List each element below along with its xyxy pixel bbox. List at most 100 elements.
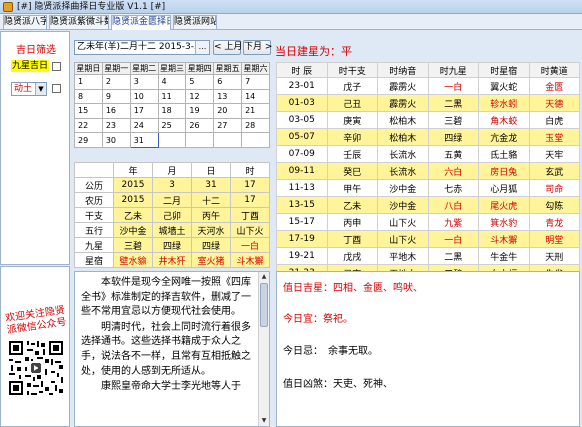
filter-panel: 吉日筛选 九星吉日 动土 ▼ [0,31,70,265]
hour-cell: 白虎 [528,111,580,129]
hours-header-cell: 时干支 [326,62,378,78]
hour-row[interactable]: 17-19 丁酉 山下火 一白 斗木獬 明堂 [276,230,580,248]
tab-zeri[interactable]: 隐贤派金匮择日 [111,15,171,30]
calendar-day-cell[interactable]: 2 [101,74,131,90]
info-row: 干支 乙未 己卯 丙午 丁酉 [74,207,270,223]
hours-header-cell: 时 辰 [276,62,328,78]
hour-cell: 戊子 [326,77,378,95]
calendar-day-cell[interactable]: 11 [157,88,187,105]
info-value-cell: 一白 [230,237,270,253]
tab-ziwei[interactable]: 隐贤派紫微斗数 [49,15,109,29]
info-value-cell: 三碧 [113,237,153,253]
description-scrollbar[interactable]: ▲ ▼ [258,272,269,426]
calendar-day-cell[interactable]: 22 [74,117,103,134]
date-browse-button[interactable]: ... [195,41,209,54]
hours-header-cell: 时星宿 [478,62,530,78]
hour-cell: 尾火虎 [478,196,530,214]
calendar-day-cell[interactable]: 7 [241,74,270,90]
jiuxing-checkbox[interactable] [52,62,61,71]
hour-cell: 11-13 [276,179,328,197]
prev-month-button[interactable]: < 上月 [213,40,242,55]
hour-row[interactable]: 11-13 甲午 沙中金 七赤 心月狐 司命 [276,179,580,197]
hour-cell: 牛金牛 [478,247,530,265]
hour-row[interactable]: 23-01 戊子 霹雳火 一白 翼火蛇 金匮 [276,77,580,95]
calendar-day-cell[interactable]: 9 [101,88,131,105]
hour-row[interactable]: 03-05 庚寅 松柏木 三碧 角木蛟 白虎 [276,111,580,129]
activity-checkbox[interactable] [52,84,61,93]
scroll-down-icon[interactable]: ▼ [259,416,269,426]
calendar-day-cell[interactable]: 30 [101,132,131,148]
calendar-day-cell[interactable]: 16 [101,103,131,119]
calendar-day-cell[interactable]: 8 [74,88,103,105]
hour-cell: 甲午 [326,179,378,197]
info-value-cell: 31 [191,177,231,193]
calendar-day-cell[interactable]: 17 [129,103,159,119]
description-text: 本软件是现今全网唯一按照《四库全书》标准制定的择吉软件，删减了一些不常用宜忌以方… [81,276,257,396]
calendar-day-cell[interactable]: 20 [213,103,243,119]
info-row: 农历 2015 二月 十二 17 [74,192,270,208]
next-month-button[interactable]: 下月 > [243,40,272,55]
calendar-day-cell[interactable]: 4 [157,74,187,90]
hour-cell: 角木蛟 [478,111,530,129]
hours-header-cell: 时九星 [427,62,479,78]
info-value-cell: 2015 [113,177,153,193]
info-value-cell: 二月 [152,192,192,208]
calendar-day-cell[interactable]: 1 [74,74,103,90]
info-value-cell: 2015 [113,192,153,208]
info-header-cell [74,162,114,178]
hour-cell: 七赤 [427,179,479,197]
calendar-day-cell[interactable]: 6 [213,74,243,90]
calendar-day-cell[interactable]: 24 [129,117,159,134]
calendar-day-cell[interactable]: 10 [129,88,159,105]
calendar-day-cell[interactable]: 13 [213,88,243,105]
hour-cell: 霹雳火 [377,94,429,112]
calendar-day-cell[interactable]: 18 [157,103,187,119]
hour-cell: 心月狐 [478,179,530,197]
hour-row[interactable]: 05-07 辛卯 松柏木 四绿 亢金龙 玉堂 [276,128,580,146]
jianxing-text: 当日建星为：平 [275,45,352,58]
weekday-header: 星期三 [157,62,187,75]
hour-row[interactable]: 13-15 乙未 沙中金 八白 尾火虎 勾陈 [276,196,580,214]
hour-cell: 山下火 [377,213,429,231]
hour-row[interactable]: 01-03 己丑 霹雳火 二黑 轸水蚓 天德 [276,94,580,112]
calendar-day-cell[interactable]: 15 [74,103,103,119]
scrollbar-thumb[interactable] [260,283,268,327]
info-row-label: 公历 [74,177,114,193]
tab-website[interactable]: 隐贤派网站 [173,15,217,29]
chevron-down-icon[interactable]: ▼ [35,83,46,95]
calendar-day-cell[interactable]: 26 [185,117,215,134]
calendar-day-cell[interactable]: 5 [185,74,215,90]
app-icon [3,2,13,12]
scroll-up-icon[interactable]: ▲ [259,272,269,282]
calendar-day-cell[interactable]: 21 [241,103,270,119]
hour-cell: 山下火 [377,230,429,248]
calendar-day-cell[interactable]: 27 [213,117,243,134]
hour-row[interactable]: 07-09 壬辰 长流水 五黄 氐土貉 天牢 [276,145,580,163]
calendar-day-cell[interactable]: 25 [157,117,187,134]
hour-cell: 乙未 [326,196,378,214]
calendar-day-cell[interactable]: 14 [241,88,270,105]
calendar-day-cell[interactable]: 3 [129,74,159,90]
info-value-cell: 乙未 [113,207,153,223]
calendar-day-cell[interactable]: 29 [74,132,103,148]
info-value-cell: 沙中金 [113,222,153,238]
calendar-week-row: 1234567 [74,74,270,90]
calendar-day-cell[interactable]: 28 [241,117,270,134]
calendar-day-cell[interactable]: 19 [185,103,215,119]
result-panel: 值日吉星：四相、金匮、鸣吠、 今日宜：祭祀。 今日忌： 余事无取。 值日凶煞：天… [276,271,580,427]
calendar-day-cell[interactable]: 31 [129,132,159,148]
calendar-day-cell[interactable]: 23 [101,117,131,134]
info-header-cell: 时 [230,162,270,178]
activity-select[interactable]: 动土 ▼ [11,82,47,96]
calendar-header-row: 星期日 星期一 星期二 星期三 星期四 星期五 星期六 [74,62,270,75]
tab-bazi[interactable]: 隐贤派八字 [3,15,47,29]
hour-row[interactable]: 15-17 丙申 山下火 九紫 箕水豹 青龙 [276,213,580,231]
hour-row[interactable]: 09-11 癸巳 长流水 六白 房日兔 玄武 [276,162,580,180]
calendar-day-cell[interactable]: 12 [185,88,215,105]
hour-row[interactable]: 19-21 戊戌 平地木 二黑 牛金牛 天刑 [276,247,580,265]
hours-header-row: 时 辰时干支 时纳音 时九星 时星宿 时黄道 [276,62,580,78]
weekday-header: 星期六 [241,62,270,75]
calendar-day-cell [157,132,187,148]
date-input[interactable]: 乙未年(羊)二月十二 2015-3-31 ... [74,40,210,55]
hour-cell: 天牢 [528,145,580,163]
